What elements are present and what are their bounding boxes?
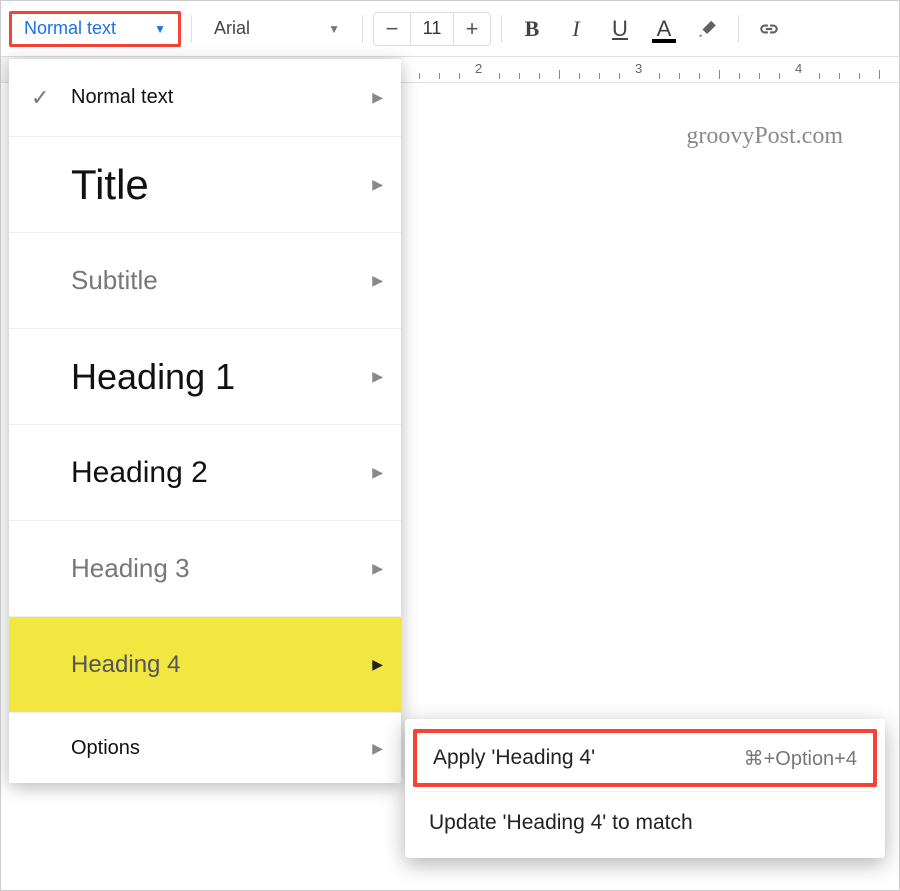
submenu-arrow-icon: ▶ [372, 656, 383, 673]
highlight-color-button[interactable] [688, 11, 728, 47]
underline-icon: U [612, 16, 628, 42]
ruler-tick [539, 73, 540, 79]
ruler-number: 2 [475, 61, 482, 76]
toolbar-separator [362, 15, 363, 43]
submenu-arrow-icon: ▶ [372, 740, 383, 757]
ruler-number: 3 [635, 61, 642, 76]
paragraph-styles-dropdown[interactable]: Normal text ▼ [9, 11, 181, 47]
ruler-tick [559, 70, 560, 79]
submenu-arrow-icon: ▶ [372, 368, 383, 385]
ruler-tick [619, 73, 620, 79]
update-heading4-label: Update 'Heading 4' to match [429, 811, 693, 835]
submenu-arrow-icon: ▶ [372, 89, 383, 106]
apply-heading4-item[interactable]: Apply 'Heading 4' ⌘+Option+4 [413, 729, 877, 787]
caret-down-icon: ▼ [328, 22, 340, 36]
style-option-heading-4[interactable]: Heading 4▶ [9, 617, 401, 713]
submenu-arrow-icon: ▶ [372, 176, 383, 193]
paragraph-styles-label: Normal text [24, 18, 116, 39]
update-heading4-item[interactable]: Update 'Heading 4' to match [405, 794, 885, 852]
style-option-label: Heading 1 [71, 356, 372, 398]
insert-link-button[interactable] [749, 11, 789, 47]
text-color-button[interactable]: A [644, 11, 684, 47]
toolbar-separator [191, 15, 192, 43]
font-size-decrease-button[interactable]: − [374, 13, 410, 45]
style-option-heading-3[interactable]: Heading 3▶ [9, 521, 401, 617]
style-option-label: Subtitle [71, 265, 372, 296]
ruler-tick [859, 73, 860, 79]
bold-icon: B [525, 16, 540, 42]
paragraph-styles-menu: ✓Normal text▶Title▶Subtitle▶Heading 1▶He… [9, 59, 401, 783]
ruler-tick [419, 73, 420, 79]
ruler-tick [739, 73, 740, 79]
style-option-heading-2[interactable]: Heading 2▶ [9, 425, 401, 521]
underline-button[interactable]: U [600, 11, 640, 47]
heading4-submenu: Apply 'Heading 4' ⌘+Option+4 Update 'Hea… [405, 719, 885, 858]
style-option-subtitle[interactable]: Subtitle▶ [9, 233, 401, 329]
ruler-tick [679, 73, 680, 79]
font-family-dropdown[interactable]: Arial ▼ [202, 11, 352, 47]
ruler-tick [879, 70, 880, 79]
check-icon: ✓ [31, 85, 71, 111]
ruler-tick [499, 73, 500, 79]
style-option-options[interactable]: Options▶ [9, 713, 401, 783]
style-option-label: Title [71, 161, 372, 209]
style-option-normal-text[interactable]: ✓Normal text▶ [9, 59, 401, 137]
ruler-tick [439, 73, 440, 79]
style-option-label: Options [71, 737, 372, 760]
ruler-tick [779, 73, 780, 79]
font-size-increase-button[interactable]: + [454, 13, 490, 45]
watermark-text: groovyPost.com [461, 123, 859, 150]
ruler-tick [839, 73, 840, 79]
submenu-arrow-icon: ▶ [372, 464, 383, 481]
style-option-title[interactable]: Title▶ [9, 137, 401, 233]
style-option-label: Heading 3 [71, 553, 372, 584]
submenu-arrow-icon: ▶ [372, 560, 383, 577]
apply-heading4-shortcut: ⌘+Option+4 [744, 746, 857, 771]
formatting-toolbar: Normal text ▼ Arial ▼ − 11 + B I U A [1, 1, 899, 57]
style-option-label: Normal text [71, 86, 372, 109]
toolbar-separator [738, 15, 739, 43]
style-option-heading-1[interactable]: Heading 1▶ [9, 329, 401, 425]
italic-icon: I [572, 16, 579, 42]
ruler-tick [759, 73, 760, 79]
italic-button[interactable]: I [556, 11, 596, 47]
toolbar-separator [501, 15, 502, 43]
highlighter-icon [697, 18, 719, 40]
style-option-label: Heading 2 [71, 456, 372, 490]
ruler-tick [599, 73, 600, 79]
ruler-tick [819, 73, 820, 79]
ruler-tick [719, 70, 720, 79]
font-family-label: Arial [214, 18, 250, 39]
font-size-control: − 11 + [373, 12, 491, 46]
ruler-tick [579, 73, 580, 79]
ruler-tick [519, 73, 520, 79]
caret-down-icon: ▼ [154, 22, 166, 36]
ruler-tick [699, 73, 700, 79]
ruler-number: 4 [795, 61, 802, 76]
text-color-swatch [652, 39, 676, 43]
apply-heading4-label: Apply 'Heading 4' [433, 746, 595, 770]
submenu-separator [417, 791, 873, 792]
style-option-label: Heading 4 [71, 651, 372, 679]
link-icon [756, 16, 782, 42]
ruler-tick [659, 73, 660, 79]
bold-button[interactable]: B [512, 11, 552, 47]
font-size-value[interactable]: 11 [410, 13, 454, 45]
submenu-arrow-icon: ▶ [372, 272, 383, 289]
ruler-tick [459, 73, 460, 79]
